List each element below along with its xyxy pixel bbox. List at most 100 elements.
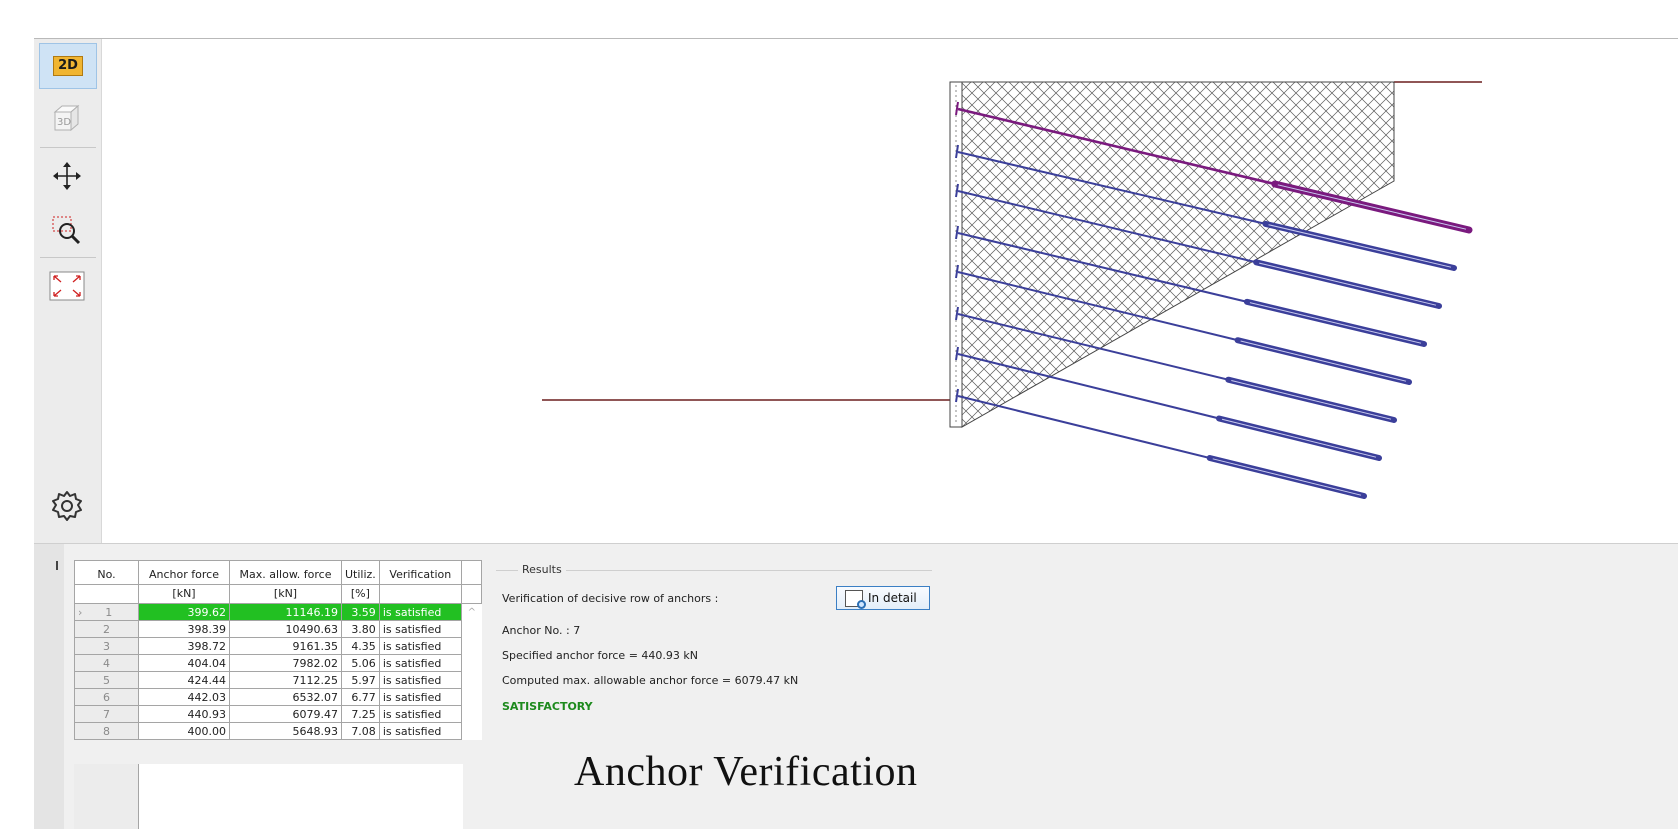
view-2d-label: 2D <box>53 56 83 76</box>
verification-cell[interactable]: is satisfied <box>378 705 462 723</box>
utilization-cell[interactable]: 4.35 <box>341 637 380 655</box>
table-row[interactable]: 8 400.00 5648.93 7.08 is satisfied <box>74 722 482 740</box>
max-allow-force-cell[interactable]: 9161.35 <box>229 637 342 655</box>
anchor-root-highlight <box>1240 340 1407 382</box>
scrollbar-track[interactable] <box>460 620 482 638</box>
table-row[interactable]: 5 424.44 7112.25 5.97 is satisfied <box>74 671 482 689</box>
scrollbar-track[interactable] <box>460 560 483 585</box>
cube-3d-icon: 3D <box>53 104 80 132</box>
anchor-force-cell[interactable]: 424.44 <box>138 671 230 689</box>
scrollbar-track[interactable] <box>460 705 482 723</box>
scrollbar-track[interactable] <box>460 584 483 604</box>
max-allow-force-cell[interactable]: 6532.07 <box>229 688 342 706</box>
utilization-cell[interactable]: 6.77 <box>341 688 380 706</box>
computed-max-allowable-force: Computed max. allowable anchor force = 6… <box>502 674 799 687</box>
max-allow-force-cell[interactable]: 6079.47 <box>229 705 342 723</box>
verification-cell[interactable]: is satisfied <box>378 671 462 689</box>
specified-anchor-force: Specified anchor force = 440.93 kN <box>502 649 698 662</box>
drawing-canvas[interactable] <box>102 39 1678 543</box>
scrollbar-track[interactable] <box>460 637 482 655</box>
verification-cell[interactable]: is satisfied <box>378 688 462 706</box>
view-3d-label: 3D <box>57 117 71 128</box>
col-unit-utiliz: [%] <box>341 584 380 604</box>
col-header-no[interactable]: No. <box>74 560 139 585</box>
max-allow-force-cell[interactable]: 11146.19 <box>229 603 342 621</box>
anchor-root-highlight <box>1249 302 1422 344</box>
anchor-force-cell[interactable]: 404.04 <box>138 654 230 672</box>
scrollbar-track[interactable] <box>460 688 482 706</box>
scrollbar-track[interactable] <box>460 722 482 740</box>
utilization-cell[interactable]: 7.25 <box>341 705 380 723</box>
fit-view-button[interactable] <box>48 267 86 305</box>
pan-button[interactable] <box>48 157 86 195</box>
anchor-table: No. Anchor force Max. allow. force Utili… <box>74 560 483 740</box>
col-header-max-allow-force[interactable]: Max. allow. force <box>229 560 342 585</box>
table-row[interactable]: 4 404.04 7982.02 5.06 is satisfied <box>74 654 482 672</box>
in-detail-label: In detail <box>868 591 917 605</box>
table-row[interactable]: › 1 399.62 11146.19 3.59 is satisfied ^ <box>74 603 482 621</box>
scroll-up-icon[interactable]: ^ <box>460 603 482 621</box>
row-number: 6 <box>74 688 139 706</box>
col-unit-verification <box>378 584 462 604</box>
anchor-force-cell[interactable]: 442.03 <box>138 688 230 706</box>
utilization-cell[interactable]: 5.97 <box>341 671 380 689</box>
max-allow-force-cell[interactable]: 7982.02 <box>229 654 342 672</box>
utilization-cell[interactable]: 5.06 <box>341 654 380 672</box>
row-number-cell: › 1 <box>74 603 139 621</box>
view-toolbar: 2D 3D <box>34 39 102 543</box>
panel-side-bar <box>34 544 64 829</box>
anchor-number: Anchor No. : 7 <box>502 624 581 637</box>
anchor-8[interactable] <box>955 388 1367 499</box>
in-detail-button[interactable]: In detail <box>836 586 930 610</box>
anchor-force-cell[interactable]: 400.00 <box>138 722 230 740</box>
row-marker-icon: › <box>78 605 83 619</box>
settings-button[interactable] <box>48 487 86 525</box>
col-unit-anchor-force: [kN] <box>138 584 230 604</box>
row-number: 3 <box>74 637 139 655</box>
max-allow-force-cell[interactable]: 7112.25 <box>229 671 342 689</box>
row-number: 7 <box>74 705 139 723</box>
anchor-force-cell[interactable]: 399.62 <box>138 603 230 621</box>
utilization-cell[interactable]: 7.08 <box>341 722 380 740</box>
utilization-cell[interactable]: 3.80 <box>341 620 380 638</box>
verification-cell[interactable]: is satisfied <box>378 637 462 655</box>
utilization-cell[interactable]: 3.59 <box>341 603 380 621</box>
table-row[interactable]: 2 398.39 10490.63 3.80 is satisfied <box>74 620 482 638</box>
anchor-root-highlight <box>1268 224 1452 268</box>
table-row[interactable]: 6 442.03 6532.07 6.77 is satisfied <box>74 688 482 706</box>
view-3d-button[interactable]: 3D <box>48 99 86 137</box>
anchor-force-cell[interactable]: 398.72 <box>138 637 230 655</box>
verification-cell[interactable]: is satisfied <box>378 603 462 621</box>
verification-cell[interactable]: is satisfied <box>378 620 462 638</box>
col-header-verification[interactable]: Verification <box>378 560 462 585</box>
zoom-window-icon <box>52 216 81 245</box>
panel-grip[interactable] <box>56 561 58 570</box>
view-2d-button[interactable]: 2D <box>39 43 97 89</box>
col-header-utiliz[interactable]: Utiliz. <box>341 560 380 585</box>
anchor-root-highlight <box>1259 262 1437 306</box>
row-number: 4 <box>74 654 139 672</box>
move-icon <box>53 162 81 190</box>
scrollbar-track[interactable] <box>460 671 482 689</box>
overlay-caption: Anchor Verification <box>574 749 918 795</box>
row-number: 1 <box>105 605 113 619</box>
verification-cell[interactable]: is satisfied <box>378 722 462 740</box>
anchor-root-highlight <box>1231 380 1392 420</box>
anchor-force-cell[interactable]: 440.93 <box>138 705 230 723</box>
table-row[interactable]: 7 440.93 6079.47 7.25 is satisfied <box>74 705 482 723</box>
zoom-window-button[interactable] <box>48 211 86 249</box>
scrollbar-track[interactable] <box>460 654 482 672</box>
col-unit-no <box>74 584 139 604</box>
verification-cell[interactable]: is satisfied <box>378 654 462 672</box>
col-header-anchor-force[interactable]: Anchor force <box>138 560 230 585</box>
table-row[interactable]: 3 398.72 9161.35 4.35 is satisfied <box>74 637 482 655</box>
row-number: 5 <box>74 671 139 689</box>
decisive-row-label: Verification of decisive row of anchors … <box>502 592 719 605</box>
fit-view-icon <box>49 271 85 301</box>
max-allow-force-cell[interactable]: 5648.93 <box>229 722 342 740</box>
row-number: 8 <box>74 722 139 740</box>
max-allow-force-cell[interactable]: 10490.63 <box>229 620 342 638</box>
anchor-force-cell[interactable]: 398.39 <box>138 620 230 638</box>
detail-magnifier-icon <box>845 589 866 609</box>
anchor-root-highlight <box>1221 418 1377 458</box>
